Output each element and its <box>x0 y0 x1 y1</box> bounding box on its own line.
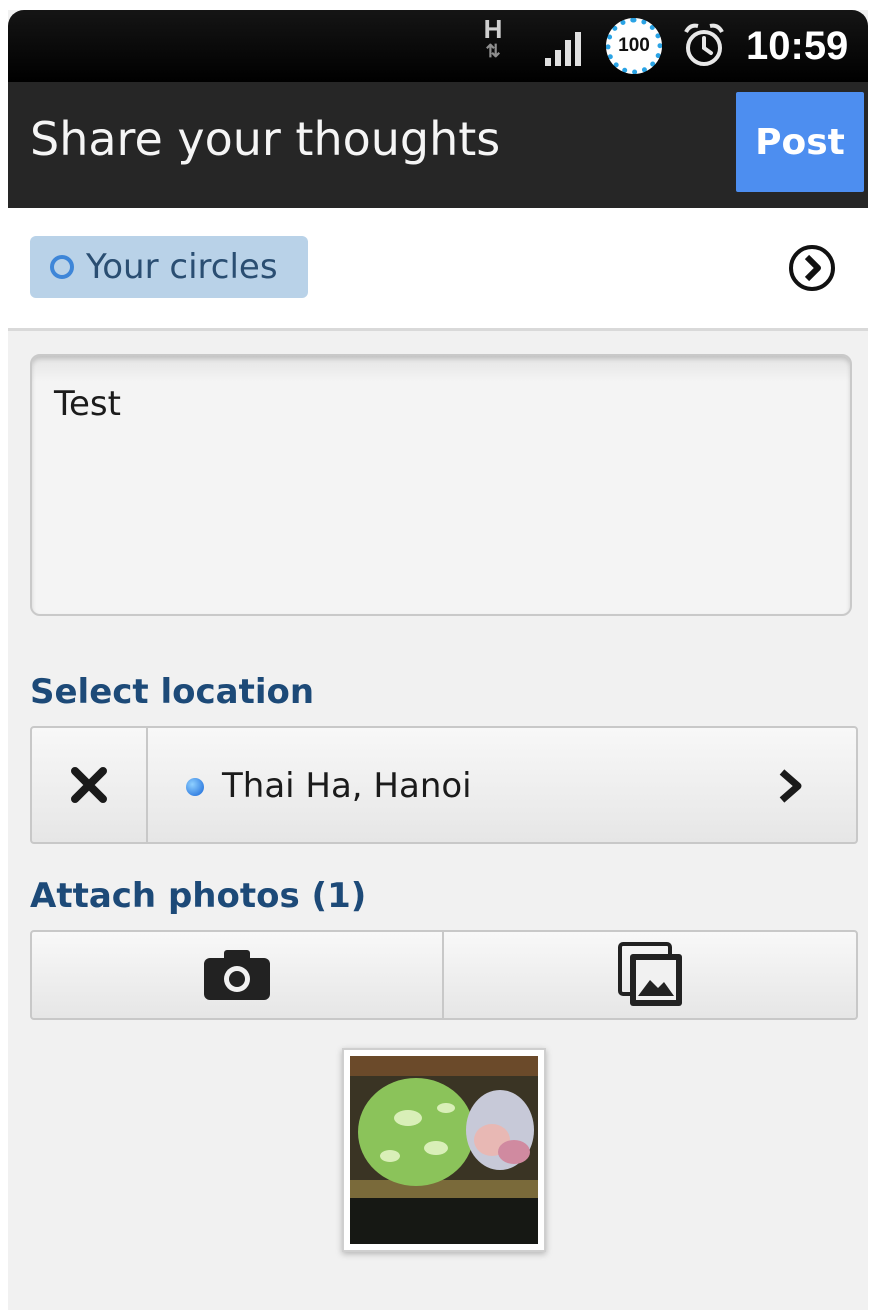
circles-chip[interactable]: Your circles <box>30 236 308 298</box>
chevron-right-circle-icon[interactable] <box>788 244 836 292</box>
location-selector[interactable]: Thai Ha, Hanoi <box>150 728 856 842</box>
attach-photos-label: Attach photos (1) <box>30 876 367 916</box>
clear-location-button[interactable] <box>32 728 148 842</box>
select-location-label: Select location <box>30 672 315 712</box>
camera-icon <box>204 950 270 1000</box>
action-bar: Share your thoughts Post <box>8 82 868 208</box>
signal-strength-icon <box>545 32 581 66</box>
app-screen: H ⇅ 100 10:59 Share your thoughts Post Y… <box>8 10 868 1310</box>
alarm-clock-icon <box>684 23 724 66</box>
data-arrows-icon: ⇅ <box>485 41 501 61</box>
post-text-field[interactable]: Test <box>30 354 852 616</box>
photo-buttons <box>30 930 858 1020</box>
post-text-value: Test <box>54 384 121 424</box>
screen-title: Share your thoughts <box>30 112 501 166</box>
gallery-icon <box>618 942 682 1006</box>
audience-row: Your circles <box>8 208 868 331</box>
close-icon <box>71 767 107 803</box>
post-button[interactable]: Post <box>736 92 864 192</box>
network-type-label: H <box>483 14 503 44</box>
battery-level: 100 <box>618 35 650 56</box>
status-clock: 10:59 <box>746 24 849 68</box>
chevron-right-icon <box>779 769 802 803</box>
network-type-icon: H ⇅ <box>478 16 508 68</box>
circles-label: Your circles <box>86 247 278 287</box>
location-row: Thai Ha, Hanoi <box>30 726 858 844</box>
battery-icon: 100 <box>606 18 662 74</box>
attached-photo-thumbnail[interactable] <box>342 1048 546 1252</box>
gallery-button[interactable] <box>446 932 856 1018</box>
camera-button[interactable] <box>32 932 444 1018</box>
attached-photo-image <box>350 1056 538 1244</box>
circle-icon <box>50 255 74 279</box>
status-bar: H ⇅ 100 10:59 <box>8 10 868 82</box>
location-name: Thai Ha, Hanoi <box>222 766 472 806</box>
location-dot-icon <box>186 778 204 796</box>
